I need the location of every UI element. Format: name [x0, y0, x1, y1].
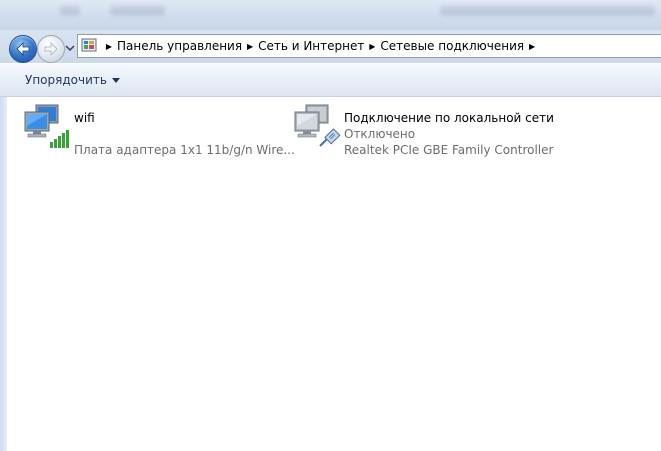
navigation-bar: ▶ Панель управления ▶ Сеть и Интернет ▶ …	[0, 30, 661, 63]
navigation-pane-edge	[0, 97, 7, 451]
adapter-name: Подключение по локальной сети	[344, 111, 554, 125]
back-button[interactable]	[9, 35, 37, 63]
connections-list: wifi Плата адаптера 1x1 11b/g/n Wire...	[7, 97, 661, 451]
ethernet-network-icon	[292, 102, 344, 154]
title-bar	[0, 0, 661, 30]
breadcrumb-separator-icon[interactable]: ▶	[366, 42, 378, 51]
breadcrumb-network-connections[interactable]: Сетевые подключения	[380, 39, 524, 53]
list-item-local-area-connection[interactable]: Подключение по локальной сети Отключено …	[292, 102, 554, 158]
forward-button[interactable]	[37, 35, 65, 63]
adapter-status: Отключено	[344, 127, 416, 141]
network-connections-window: ▶ Панель управления ▶ Сеть и Интернет ▶ …	[0, 0, 661, 451]
adapter-text: Подключение по локальной сети Отключено …	[344, 102, 554, 158]
adapter-device: Realtek PCIe GBE Family Controller	[344, 143, 554, 157]
adapter-device: Плата адаптера 1x1 11b/g/n Wire...	[74, 143, 295, 157]
breadcrumb-control-panel[interactable]: Панель управления	[117, 39, 242, 53]
list-item-wifi[interactable]: wifi Плата адаптера 1x1 11b/g/n Wire...	[22, 102, 295, 158]
adapter-text: wifi Плата адаптера 1x1 11b/g/n Wire...	[74, 102, 295, 158]
control-panel-icon	[81, 38, 97, 52]
breadcrumb-separator-icon[interactable]: ▶	[244, 42, 256, 51]
wireless-network-icon	[22, 102, 74, 154]
breadcrumb-separator-icon[interactable]: ▶	[526, 42, 538, 51]
address-bar[interactable]: ▶ Панель управления ▶ Сеть и Интернет ▶ …	[77, 34, 661, 58]
adapter-status	[74, 126, 295, 142]
breadcrumb-separator-icon[interactable]: ▶	[103, 42, 115, 51]
title-blur	[110, 6, 165, 16]
organize-button[interactable]: Упорядочить	[25, 73, 120, 87]
breadcrumb-network-internet[interactable]: Сеть и Интернет	[258, 39, 364, 53]
adapter-name: wifi	[74, 111, 95, 125]
command-bar: Упорядочить	[0, 63, 661, 97]
chevron-down-icon	[111, 77, 120, 83]
organize-label: Упорядочить	[25, 73, 107, 87]
arrow-right-icon	[44, 42, 58, 56]
title-blur	[440, 6, 655, 16]
recent-pages-dropdown-icon[interactable]	[65, 44, 75, 52]
title-blur	[60, 6, 80, 16]
arrow-left-icon	[16, 42, 30, 56]
